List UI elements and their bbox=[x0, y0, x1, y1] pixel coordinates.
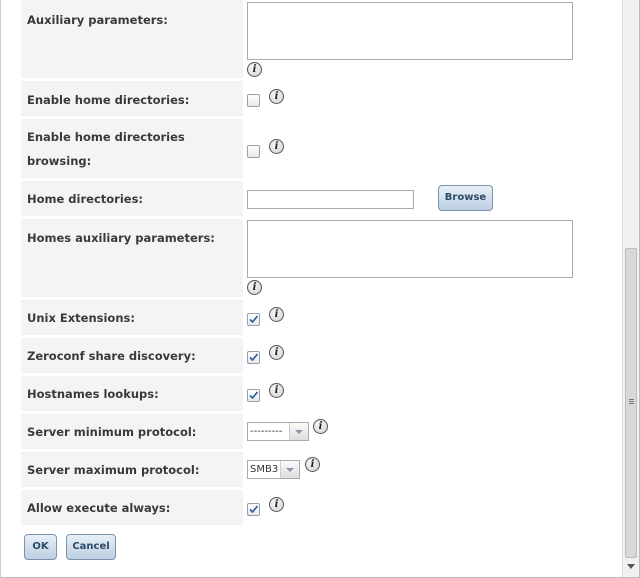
info-icon[interactable]: i bbox=[313, 419, 328, 434]
unix-extensions-checkbox[interactable] bbox=[247, 313, 260, 326]
scroll-down-arrow-icon[interactable] bbox=[627, 564, 635, 569]
row-unix-extensions: Unix Extensions: i bbox=[21, 300, 581, 335]
ok-button[interactable]: OK bbox=[24, 534, 57, 560]
info-icon[interactable]: i bbox=[269, 89, 284, 104]
scrollbar-thumb[interactable] bbox=[625, 248, 637, 558]
info-icon[interactable]: i bbox=[269, 497, 284, 512]
row-server-maximum-protocol: Server maximum protocol: SMB3 i bbox=[21, 452, 581, 487]
checkmark-icon bbox=[249, 315, 259, 324]
row-homes-auxiliary-parameters: Homes auxiliary parameters: i bbox=[21, 219, 581, 297]
row-server-minimum-protocol: Server minimum protocol: --------- i bbox=[21, 414, 581, 449]
hostnames-lookups-label: Hostnames lookups: bbox=[27, 387, 159, 401]
server-minimum-protocol-label: Server minimum protocol: bbox=[27, 425, 197, 439]
vertical-scrollbar[interactable] bbox=[622, 0, 639, 577]
allow-execute-always-label: Allow execute always: bbox=[27, 501, 171, 515]
select-value: --------- bbox=[250, 426, 283, 437]
chevron-down-icon bbox=[289, 423, 308, 440]
enable-home-directories-browsing-label-line2: browsing: bbox=[27, 154, 92, 168]
server-maximum-protocol-select[interactable]: SMB3 bbox=[247, 460, 300, 479]
grip-line bbox=[629, 403, 634, 404]
allow-execute-always-checkbox[interactable] bbox=[247, 503, 260, 516]
row-allow-execute-always: Allow execute always: i bbox=[21, 490, 581, 525]
enable-home-directories-browsing-checkbox[interactable] bbox=[247, 145, 260, 158]
checkmark-icon bbox=[249, 353, 259, 362]
server-maximum-protocol-label: Server maximum protocol: bbox=[27, 463, 200, 477]
home-directories-label: Home directories: bbox=[27, 192, 144, 206]
home-directories-input[interactable] bbox=[247, 190, 414, 209]
enable-home-directories-browsing-label-line1: Enable home directories bbox=[27, 130, 185, 144]
zeroconf-share-discovery-label: Zeroconf share discovery: bbox=[27, 349, 196, 363]
chevron-down-icon bbox=[280, 461, 299, 478]
info-icon[interactable]: i bbox=[247, 280, 262, 295]
cancel-button[interactable]: Cancel bbox=[66, 534, 116, 560]
row-hostnames-lookups: Hostnames lookups: i bbox=[21, 376, 581, 411]
checkmark-icon bbox=[249, 391, 259, 400]
auxiliary-parameters-textarea[interactable] bbox=[247, 2, 573, 60]
info-icon[interactable]: i bbox=[269, 139, 284, 154]
enable-home-directories-checkbox[interactable] bbox=[247, 94, 260, 107]
row-auxiliary-parameters: Auxiliary parameters: i bbox=[21, 0, 581, 78]
info-icon[interactable]: i bbox=[247, 62, 262, 77]
server-minimum-protocol-select[interactable]: --------- bbox=[247, 422, 309, 441]
homes-auxiliary-parameters-textarea[interactable] bbox=[247, 220, 573, 278]
row-home-directories: Home directories: Browse bbox=[21, 181, 581, 216]
info-icon[interactable]: i bbox=[269, 307, 284, 322]
homes-auxiliary-parameters-label: Homes auxiliary parameters: bbox=[27, 231, 215, 245]
hostnames-lookups-checkbox[interactable] bbox=[247, 389, 260, 402]
browse-button[interactable]: Browse bbox=[438, 185, 493, 211]
enable-home-directories-label: Enable home directories: bbox=[27, 93, 190, 107]
zeroconf-share-discovery-checkbox[interactable] bbox=[247, 351, 260, 364]
left-border bbox=[0, 0, 1, 578]
auxiliary-parameters-label: Auxiliary parameters: bbox=[27, 13, 168, 27]
row-enable-home-directories-browsing: Enable home directories browsing: i bbox=[21, 119, 581, 178]
checkmark-icon bbox=[249, 505, 259, 514]
row-zeroconf-share-discovery: Zeroconf share discovery: i bbox=[21, 338, 581, 373]
row-enable-home-directories: Enable home directories: i bbox=[21, 81, 581, 116]
grip-line bbox=[629, 399, 634, 400]
info-icon[interactable]: i bbox=[269, 345, 284, 360]
select-value: SMB3 bbox=[250, 464, 279, 475]
grip-line bbox=[629, 401, 634, 402]
info-icon[interactable]: i bbox=[305, 457, 320, 472]
unix-extensions-label: Unix Extensions: bbox=[27, 311, 135, 325]
info-icon[interactable]: i bbox=[269, 383, 284, 398]
